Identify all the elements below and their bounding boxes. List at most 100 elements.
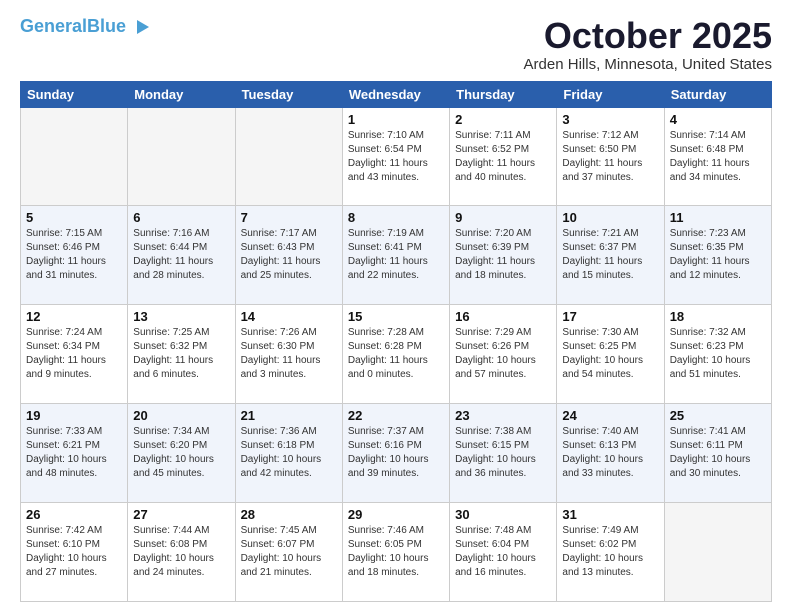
day-info: Sunrise: 7:10 AM Sunset: 6:54 PM Dayligh…: [348, 129, 444, 185]
day-info: Sunrise: 7:38 AM Sunset: 6:15 PM Dayligh…: [455, 425, 551, 481]
day-info: Sunrise: 7:16 AM Sunset: 6:44 PM Dayligh…: [133, 227, 229, 283]
day-number: 29: [348, 507, 444, 522]
day-info: Sunrise: 7:12 AM Sunset: 6:50 PM Dayligh…: [562, 129, 658, 185]
day-number: 16: [455, 309, 551, 324]
day-number: 26: [26, 507, 122, 522]
col-saturday: Saturday: [664, 81, 771, 107]
day-info: Sunrise: 7:30 AM Sunset: 6:25 PM Dayligh…: [562, 326, 658, 382]
calendar-week-row: 5 Sunrise: 7:15 AM Sunset: 6:46 PM Daylig…: [21, 206, 772, 305]
calendar-table: Sunday Monday Tuesday Wednesday Thursday…: [20, 81, 772, 602]
day-info: Sunrise: 7:36 AM Sunset: 6:18 PM Dayligh…: [241, 425, 337, 481]
day-number: 7: [241, 210, 337, 225]
month-title: October 2025: [524, 16, 772, 56]
day-number: 21: [241, 408, 337, 423]
day-number: 24: [562, 408, 658, 423]
day-info: Sunrise: 7:48 AM Sunset: 6:04 PM Dayligh…: [455, 524, 551, 580]
day-number: 28: [241, 507, 337, 522]
day-info: Sunrise: 7:32 AM Sunset: 6:23 PM Dayligh…: [670, 326, 766, 382]
calendar-cell: 26 Sunrise: 7:42 AM Sunset: 6:10 PM Dayli…: [21, 503, 128, 602]
day-number: 2: [455, 112, 551, 127]
day-info: Sunrise: 7:26 AM Sunset: 6:30 PM Dayligh…: [241, 326, 337, 382]
calendar-cell: 16 Sunrise: 7:29 AM Sunset: 6:26 PM Dayli…: [450, 305, 557, 404]
day-info: Sunrise: 7:24 AM Sunset: 6:34 PM Dayligh…: [26, 326, 122, 382]
calendar-cell: 22Sunrise: 7:37 AM Sunset: 6:16 PM Dayli…: [342, 404, 449, 503]
day-number: 6: [133, 210, 229, 225]
col-friday: Friday: [557, 81, 664, 107]
col-tuesday: Tuesday: [235, 81, 342, 107]
day-number: 10: [562, 210, 658, 225]
calendar-cell: 29 Sunrise: 7:46 AM Sunset: 6:05 PM Dayli…: [342, 503, 449, 602]
day-info: Sunrise: 7:20 AM Sunset: 6:39 PM Dayligh…: [455, 227, 551, 283]
calendar-cell: [21, 107, 128, 206]
calendar-cell: 13 Sunrise: 7:25 AM Sunset: 6:32 PM Dayli…: [128, 305, 235, 404]
calendar-cell: 3 Sunrise: 7:12 AM Sunset: 6:50 PM Daylig…: [557, 107, 664, 206]
calendar-cell: 4 Sunrise: 7:14 AM Sunset: 6:48 PM Daylig…: [664, 107, 771, 206]
day-info: Sunrise: 7:46 AM Sunset: 6:05 PM Dayligh…: [348, 524, 444, 580]
day-info: Sunrise: 7:17 AM Sunset: 6:43 PM Dayligh…: [241, 227, 337, 283]
logo-icon: [129, 16, 151, 38]
calendar-week-row: 19Sunrise: 7:33 AM Sunset: 6:21 PM Dayli…: [21, 404, 772, 503]
calendar-cell: 24 Sunrise: 7:40 AM Sunset: 6:13 PM Dayli…: [557, 404, 664, 503]
day-number: 13: [133, 309, 229, 324]
calendar-week-row: 12 Sunrise: 7:24 AM Sunset: 6:34 PM Dayli…: [21, 305, 772, 404]
col-monday: Monday: [128, 81, 235, 107]
calendar-header-row: Sunday Monday Tuesday Wednesday Thursday…: [21, 81, 772, 107]
logo: GeneralBlue: [20, 16, 151, 38]
calendar-cell: 7 Sunrise: 7:17 AM Sunset: 6:43 PM Daylig…: [235, 206, 342, 305]
day-info: Sunrise: 7:49 AM Sunset: 6:02 PM Dayligh…: [562, 524, 658, 580]
day-number: 18: [670, 309, 766, 324]
calendar-cell: 20Sunrise: 7:34 AM Sunset: 6:20 PM Dayli…: [128, 404, 235, 503]
day-number: 1: [348, 112, 444, 127]
day-info: Sunrise: 7:28 AM Sunset: 6:28 PM Dayligh…: [348, 326, 444, 382]
day-info: Sunrise: 7:15 AM Sunset: 6:46 PM Dayligh…: [26, 227, 122, 283]
header: GeneralBlue October 2025 Arden Hills, Mi…: [20, 16, 772, 73]
col-thursday: Thursday: [450, 81, 557, 107]
calendar-cell: 18 Sunrise: 7:32 AM Sunset: 6:23 PM Dayli…: [664, 305, 771, 404]
day-number: 9: [455, 210, 551, 225]
calendar-cell: 14Sunrise: 7:26 AM Sunset: 6:30 PM Dayli…: [235, 305, 342, 404]
day-number: 3: [562, 112, 658, 127]
day-number: 23: [455, 408, 551, 423]
day-number: 4: [670, 112, 766, 127]
day-info: Sunrise: 7:41 AM Sunset: 6:11 PM Dayligh…: [670, 425, 766, 481]
calendar-cell: [235, 107, 342, 206]
day-number: 19: [26, 408, 122, 423]
calendar-cell: 9 Sunrise: 7:20 AM Sunset: 6:39 PM Daylig…: [450, 206, 557, 305]
day-info: Sunrise: 7:25 AM Sunset: 6:32 PM Dayligh…: [133, 326, 229, 382]
day-info: Sunrise: 7:11 AM Sunset: 6:52 PM Dayligh…: [455, 129, 551, 185]
calendar-cell: 25 Sunrise: 7:41 AM Sunset: 6:11 PM Dayli…: [664, 404, 771, 503]
day-number: 25: [670, 408, 766, 423]
day-info: Sunrise: 7:44 AM Sunset: 6:08 PM Dayligh…: [133, 524, 229, 580]
day-info: Sunrise: 7:14 AM Sunset: 6:48 PM Dayligh…: [670, 129, 766, 185]
day-number: 5: [26, 210, 122, 225]
location: Arden Hills, Minnesota, United States: [524, 56, 772, 73]
calendar-cell: 27Sunrise: 7:44 AM Sunset: 6:08 PM Dayli…: [128, 503, 235, 602]
calendar-cell: 5 Sunrise: 7:15 AM Sunset: 6:46 PM Daylig…: [21, 206, 128, 305]
calendar-cell: 2 Sunrise: 7:11 AM Sunset: 6:52 PM Daylig…: [450, 107, 557, 206]
logo-general: General: [20, 16, 87, 36]
calendar-cell: 30 Sunrise: 7:48 AM Sunset: 6:04 PM Dayli…: [450, 503, 557, 602]
logo-text: GeneralBlue: [20, 17, 126, 37]
col-wednesday: Wednesday: [342, 81, 449, 107]
day-info: Sunrise: 7:40 AM Sunset: 6:13 PM Dayligh…: [562, 425, 658, 481]
day-info: Sunrise: 7:45 AM Sunset: 6:07 PM Dayligh…: [241, 524, 337, 580]
day-number: 15: [348, 309, 444, 324]
day-info: Sunrise: 7:37 AM Sunset: 6:16 PM Dayligh…: [348, 425, 444, 481]
day-info: Sunrise: 7:42 AM Sunset: 6:10 PM Dayligh…: [26, 524, 122, 580]
day-number: 12: [26, 309, 122, 324]
day-info: Sunrise: 7:19 AM Sunset: 6:41 PM Dayligh…: [348, 227, 444, 283]
day-info: Sunrise: 7:29 AM Sunset: 6:26 PM Dayligh…: [455, 326, 551, 382]
calendar-week-row: 1 Sunrise: 7:10 AM Sunset: 6:54 PM Daylig…: [21, 107, 772, 206]
day-info: Sunrise: 7:21 AM Sunset: 6:37 PM Dayligh…: [562, 227, 658, 283]
day-info: Sunrise: 7:34 AM Sunset: 6:20 PM Dayligh…: [133, 425, 229, 481]
calendar-cell: 31Sunrise: 7:49 AM Sunset: 6:02 PM Dayli…: [557, 503, 664, 602]
day-number: 11: [670, 210, 766, 225]
calendar-cell: 6 Sunrise: 7:16 AM Sunset: 6:44 PM Daylig…: [128, 206, 235, 305]
calendar-cell: 21 Sunrise: 7:36 AM Sunset: 6:18 PM Dayli…: [235, 404, 342, 503]
calendar-cell: 19Sunrise: 7:33 AM Sunset: 6:21 PM Dayli…: [21, 404, 128, 503]
day-number: 8: [348, 210, 444, 225]
calendar-cell: 10 Sunrise: 7:21 AM Sunset: 6:37 PM Dayli…: [557, 206, 664, 305]
day-number: 30: [455, 507, 551, 522]
calendar-cell: 12 Sunrise: 7:24 AM Sunset: 6:34 PM Dayli…: [21, 305, 128, 404]
page: GeneralBlue October 2025 Arden Hills, Mi…: [0, 0, 792, 612]
